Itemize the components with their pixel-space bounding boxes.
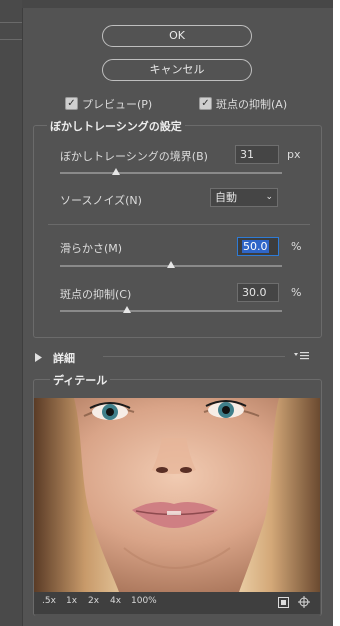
move-icon[interactable] [298, 596, 310, 608]
checkmark-icon: ✓ [67, 98, 76, 109]
left-panel-tab[interactable] [0, 22, 22, 40]
checkmark-icon: ✓ [201, 98, 210, 109]
right-edge [333, 0, 340, 626]
zoom-2x[interactable]: 2x [88, 596, 99, 606]
zoom-4x[interactable]: 4x [110, 596, 121, 606]
tracing-settings-title: ぼかしトレーシングの設定 [47, 118, 185, 134]
detail-preview[interactable] [34, 398, 320, 592]
spot-suppress-label: 斑点の抑制(C) [60, 288, 132, 301]
border-label: ぼかしトレーシングの境界(B) [60, 150, 208, 163]
border-unit: px [287, 148, 301, 161]
panel-menu-icon[interactable] [294, 350, 310, 360]
border-slider-thumb[interactable] [111, 168, 120, 175]
preview-label: プレビュー(P) [82, 98, 153, 111]
cancel-button[interactable]: キャンセル [102, 59, 252, 81]
preview-checkbox[interactable]: ✓ [65, 97, 78, 110]
top-border [22, 0, 333, 8]
details-toggle-label[interactable]: 詳細 [53, 350, 75, 366]
smoothness-label: 滑らかさ(M) [60, 242, 123, 255]
triangle-right-icon[interactable] [35, 352, 43, 362]
spot-suppress-input[interactable]: 30.0 [237, 283, 279, 302]
spot-suppress-checkbox[interactable]: ✓ [199, 97, 212, 110]
copy-layer-icon[interactable] [278, 597, 289, 608]
detail-title: ディテール [50, 372, 111, 388]
zoom-bar: .5x 1x 2x 4x 100% [34, 592, 320, 614]
spot-suppress-slider-track[interactable] [60, 310, 282, 312]
smoothness-unit: % [291, 240, 302, 253]
source-noise-value: 自動 [215, 191, 237, 204]
smoothness-input[interactable]: 50.0 [237, 237, 279, 256]
details-divider [103, 356, 285, 357]
source-noise-select[interactable]: 自動 ⌄ [210, 188, 278, 207]
group-divider [48, 224, 310, 225]
spot-suppress-unit: % [291, 286, 302, 299]
ok-button[interactable]: OK [102, 25, 252, 47]
smoothness-slider-thumb[interactable] [167, 261, 175, 268]
spot-suppress-slider-thumb[interactable] [122, 306, 131, 313]
source-noise-label: ソースノイズ(N) [60, 194, 142, 207]
border-input[interactable]: 31 [235, 145, 279, 164]
zoom-100[interactable]: 100% [131, 596, 157, 606]
spot-suppress-option-label: 斑点の抑制(A) [216, 98, 288, 111]
zoom-1x[interactable]: 1x [66, 596, 77, 606]
chevron-down-icon: ⌄ [265, 192, 273, 202]
smoothness-value: 50.0 [242, 240, 269, 253]
face-preview-image [34, 398, 320, 592]
zoom-0-5x[interactable]: .5x [42, 596, 56, 606]
border-slider-track[interactable] [60, 172, 282, 174]
left-panel-strip [0, 0, 23, 626]
